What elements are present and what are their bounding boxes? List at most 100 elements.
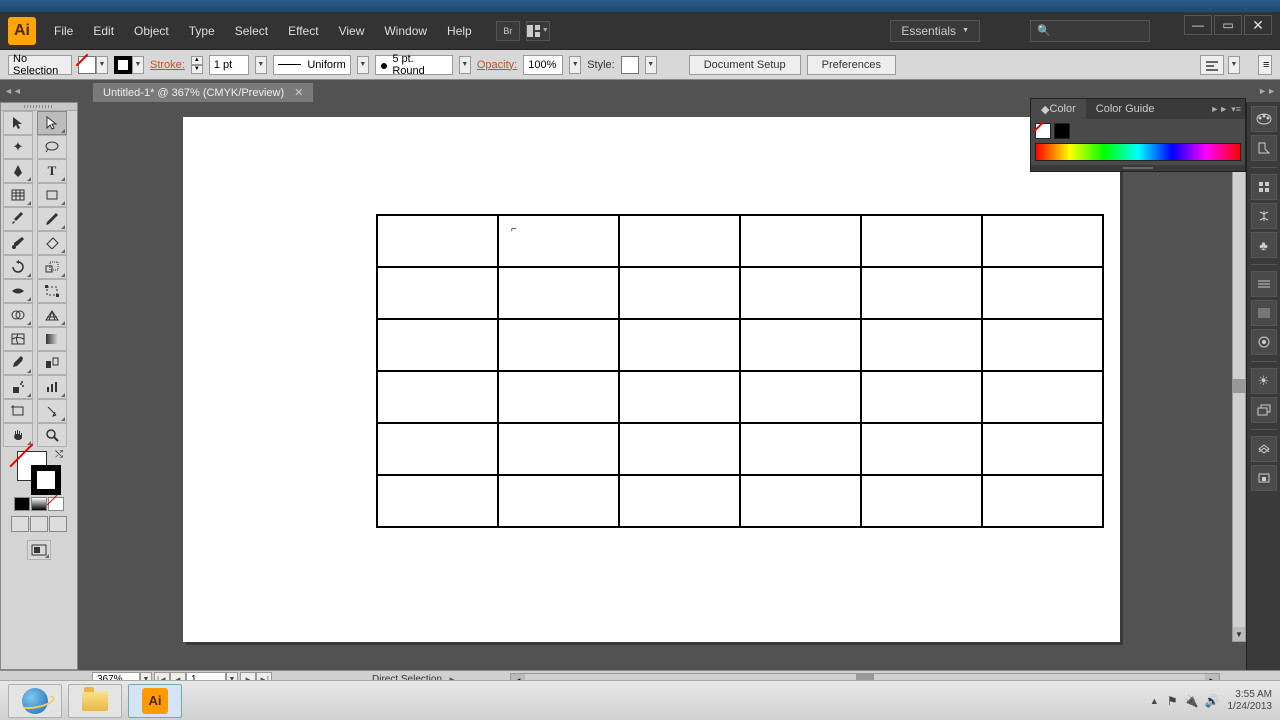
free-transform-tool[interactable] (37, 279, 67, 303)
menu-view[interactable]: View (329, 20, 375, 42)
scroll-thumb[interactable] (1233, 379, 1245, 393)
artboard-tool[interactable] (3, 399, 33, 423)
eyedropper-tool[interactable] (3, 351, 33, 375)
fill-stroke-indicator[interactable]: ⤭ (17, 451, 61, 495)
column-graph-tool[interactable] (37, 375, 67, 399)
layers-panel-icon[interactable] (1251, 397, 1277, 423)
stroke-swatch-black[interactable] (1054, 123, 1070, 139)
gradient-panel-icon[interactable] (1251, 271, 1277, 297)
maximize-button[interactable]: ▭ (1214, 15, 1242, 35)
graphic-styles-panel-icon[interactable]: ☀ (1251, 368, 1277, 394)
align-dropdown[interactable]: ▼ (1228, 56, 1240, 74)
type-tool[interactable]: T (37, 159, 67, 183)
expand-left-icon[interactable]: ◄◄ (4, 86, 22, 96)
panel-resize-grip[interactable] (1031, 165, 1245, 171)
stroke-weight-spinner[interactable]: ▲▼ (191, 56, 203, 74)
rotate-tool[interactable] (3, 255, 33, 279)
lasso-tool[interactable] (37, 135, 67, 159)
hand-tool[interactable] (3, 423, 33, 447)
align-to-icon[interactable] (1200, 55, 1224, 75)
color-tab[interactable]: ◆ Color (1031, 99, 1086, 119)
stroke-profile[interactable]: Uniform (273, 55, 351, 75)
document-setup-button[interactable]: Document Setup (689, 55, 801, 75)
power-icon[interactable]: 🔌 (1184, 694, 1199, 708)
blend-tool[interactable] (37, 351, 67, 375)
stroke-label[interactable]: Stroke: (150, 59, 185, 71)
symbols-panel-icon[interactable] (1251, 203, 1277, 229)
brush-definition[interactable]: ●5 pt. Round (375, 55, 453, 75)
stroke-profile-dropdown[interactable]: ▼ (357, 56, 369, 74)
swatches-panel-icon[interactable] (1251, 135, 1277, 161)
color-spectrum[interactable] (1035, 143, 1241, 161)
taskbar-explorer[interactable] (68, 684, 122, 718)
fill-swatch-none[interactable] (1035, 123, 1051, 139)
document-tab[interactable]: Untitled-1* @ 367% (CMYK/Preview) ✕ (92, 82, 314, 102)
magic-wand-tool[interactable]: ✦ (3, 135, 33, 159)
workspace-switcher[interactable]: Essentials▼ (890, 20, 980, 42)
brushes-panel-icon[interactable] (1251, 174, 1277, 200)
draw-behind-button[interactable] (30, 516, 48, 532)
menu-window[interactable]: Window (374, 20, 437, 42)
artboard[interactable]: ⌐ (183, 117, 1120, 642)
slice-tool[interactable] (37, 399, 67, 423)
table-object[interactable] (376, 214, 1104, 528)
search-box[interactable]: 🔍 (1030, 20, 1150, 42)
stroke-weight-field[interactable]: 1 pt (209, 55, 249, 75)
menu-object[interactable]: Object (124, 20, 179, 42)
panel-grip[interactable] (1, 103, 77, 111)
shape-builder-tool[interactable] (3, 303, 33, 327)
volume-icon[interactable]: 🔊 (1205, 694, 1220, 708)
color-guide-tab[interactable]: Color Guide (1086, 99, 1165, 119)
stroke-weight-dropdown[interactable]: ▼ (255, 56, 267, 74)
collapse-icon[interactable]: ►► (1210, 104, 1228, 115)
zoom-tool[interactable] (37, 423, 67, 447)
transparency-panel-icon[interactable] (1251, 300, 1277, 326)
menu-type[interactable]: Type (179, 20, 225, 42)
pencil-tool[interactable] (37, 207, 67, 231)
scale-tool[interactable] (37, 255, 67, 279)
close-icon[interactable]: ✕ (294, 86, 303, 99)
vertical-scrollbar[interactable]: ▲ ▼ (1232, 102, 1246, 642)
transform-panel-icon[interactable] (1251, 465, 1277, 491)
symbol-sprayer-tool[interactable] (3, 375, 33, 399)
swap-fill-stroke-icon[interactable]: ⤭ (55, 449, 63, 460)
align-panel-icon[interactable] (1251, 436, 1277, 462)
opacity-label[interactable]: Opacity: (477, 59, 517, 71)
brush-dropdown[interactable]: ▼ (459, 56, 471, 74)
control-menu-icon[interactable]: ≡ (1258, 55, 1272, 75)
stroke-panel-icon[interactable]: ♣ (1251, 232, 1277, 258)
close-button[interactable]: ✕ (1244, 15, 1272, 35)
blob-brush-tool[interactable] (3, 231, 33, 255)
scroll-down-icon[interactable]: ▼ (1233, 627, 1245, 641)
stroke-dropdown[interactable]: ▼ (132, 56, 144, 74)
canvas-area[interactable]: ⌐ ▲ ▼ (78, 102, 1246, 670)
expand-right-icon[interactable]: ►► (1258, 86, 1276, 96)
graphic-style-dropdown[interactable]: ▼ (645, 56, 657, 74)
menu-edit[interactable]: Edit (83, 20, 124, 42)
action-center-icon[interactable]: ⚑ (1167, 694, 1178, 708)
none-mode-button[interactable] (48, 497, 64, 511)
opacity-field[interactable]: 100% (523, 55, 563, 75)
graphic-style-swatch[interactable] (621, 56, 639, 74)
color-mode-button[interactable] (14, 497, 30, 511)
menu-select[interactable]: Select (225, 20, 278, 42)
menu-help[interactable]: Help (437, 20, 482, 42)
rectangle-tool[interactable] (37, 183, 67, 207)
stroke-indicator[interactable] (31, 465, 61, 495)
menu-effect[interactable]: Effect (278, 20, 328, 42)
appearance-panel-icon[interactable] (1251, 329, 1277, 355)
draw-inside-button[interactable] (49, 516, 67, 532)
tray-expand-icon[interactable]: ▲ (1150, 696, 1159, 706)
taskbar-ie[interactable] (8, 684, 62, 718)
tray-clock[interactable]: 3:55 AM 1/24/2013 (1228, 689, 1273, 713)
preferences-button[interactable]: Preferences (807, 55, 896, 75)
perspective-grid-tool[interactable] (37, 303, 67, 327)
fill-swatch[interactable] (78, 56, 96, 74)
direct-selection-tool[interactable] (37, 111, 67, 135)
bridge-icon[interactable]: Br (496, 21, 520, 41)
pen-tool[interactable] (3, 159, 33, 183)
gradient-tool[interactable] (37, 327, 67, 351)
paintbrush-tool[interactable] (3, 207, 33, 231)
color-panel-icon[interactable] (1251, 106, 1277, 132)
draw-normal-button[interactable] (11, 516, 29, 532)
